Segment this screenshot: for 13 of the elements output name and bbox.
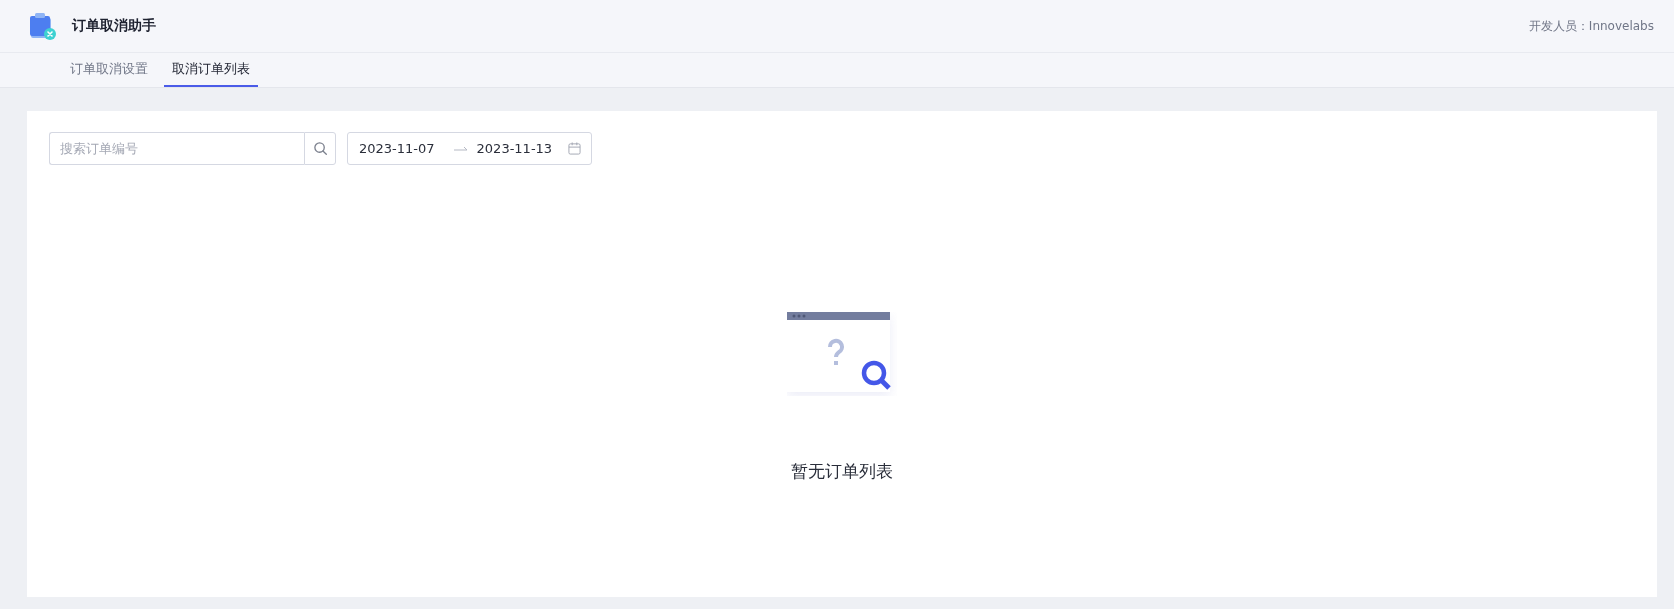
app-title: 订单取消助手 [72, 17, 156, 35]
clipboard-icon [28, 12, 56, 40]
search-field[interactable]: 搜索订单编号 [49, 132, 304, 165]
empty-message: 暂无订单列表 [791, 460, 893, 483]
calendar-icon [568, 142, 581, 155]
developer-label: 开发人员：Innovelabs [1528, 17, 1654, 35]
search-button[interactable] [304, 132, 336, 165]
tab[interactable]: 订单取消设置 [62, 53, 156, 87]
start-date: 2023-11-07 [359, 141, 435, 156]
tab[interactable]: 取消订单列表 [164, 53, 258, 87]
date-range-picker[interactable]: 2023-11-07 2023-11-13 [347, 132, 592, 165]
search-icon [312, 141, 328, 156]
end-date: 2023-11-13 [476, 141, 553, 156]
